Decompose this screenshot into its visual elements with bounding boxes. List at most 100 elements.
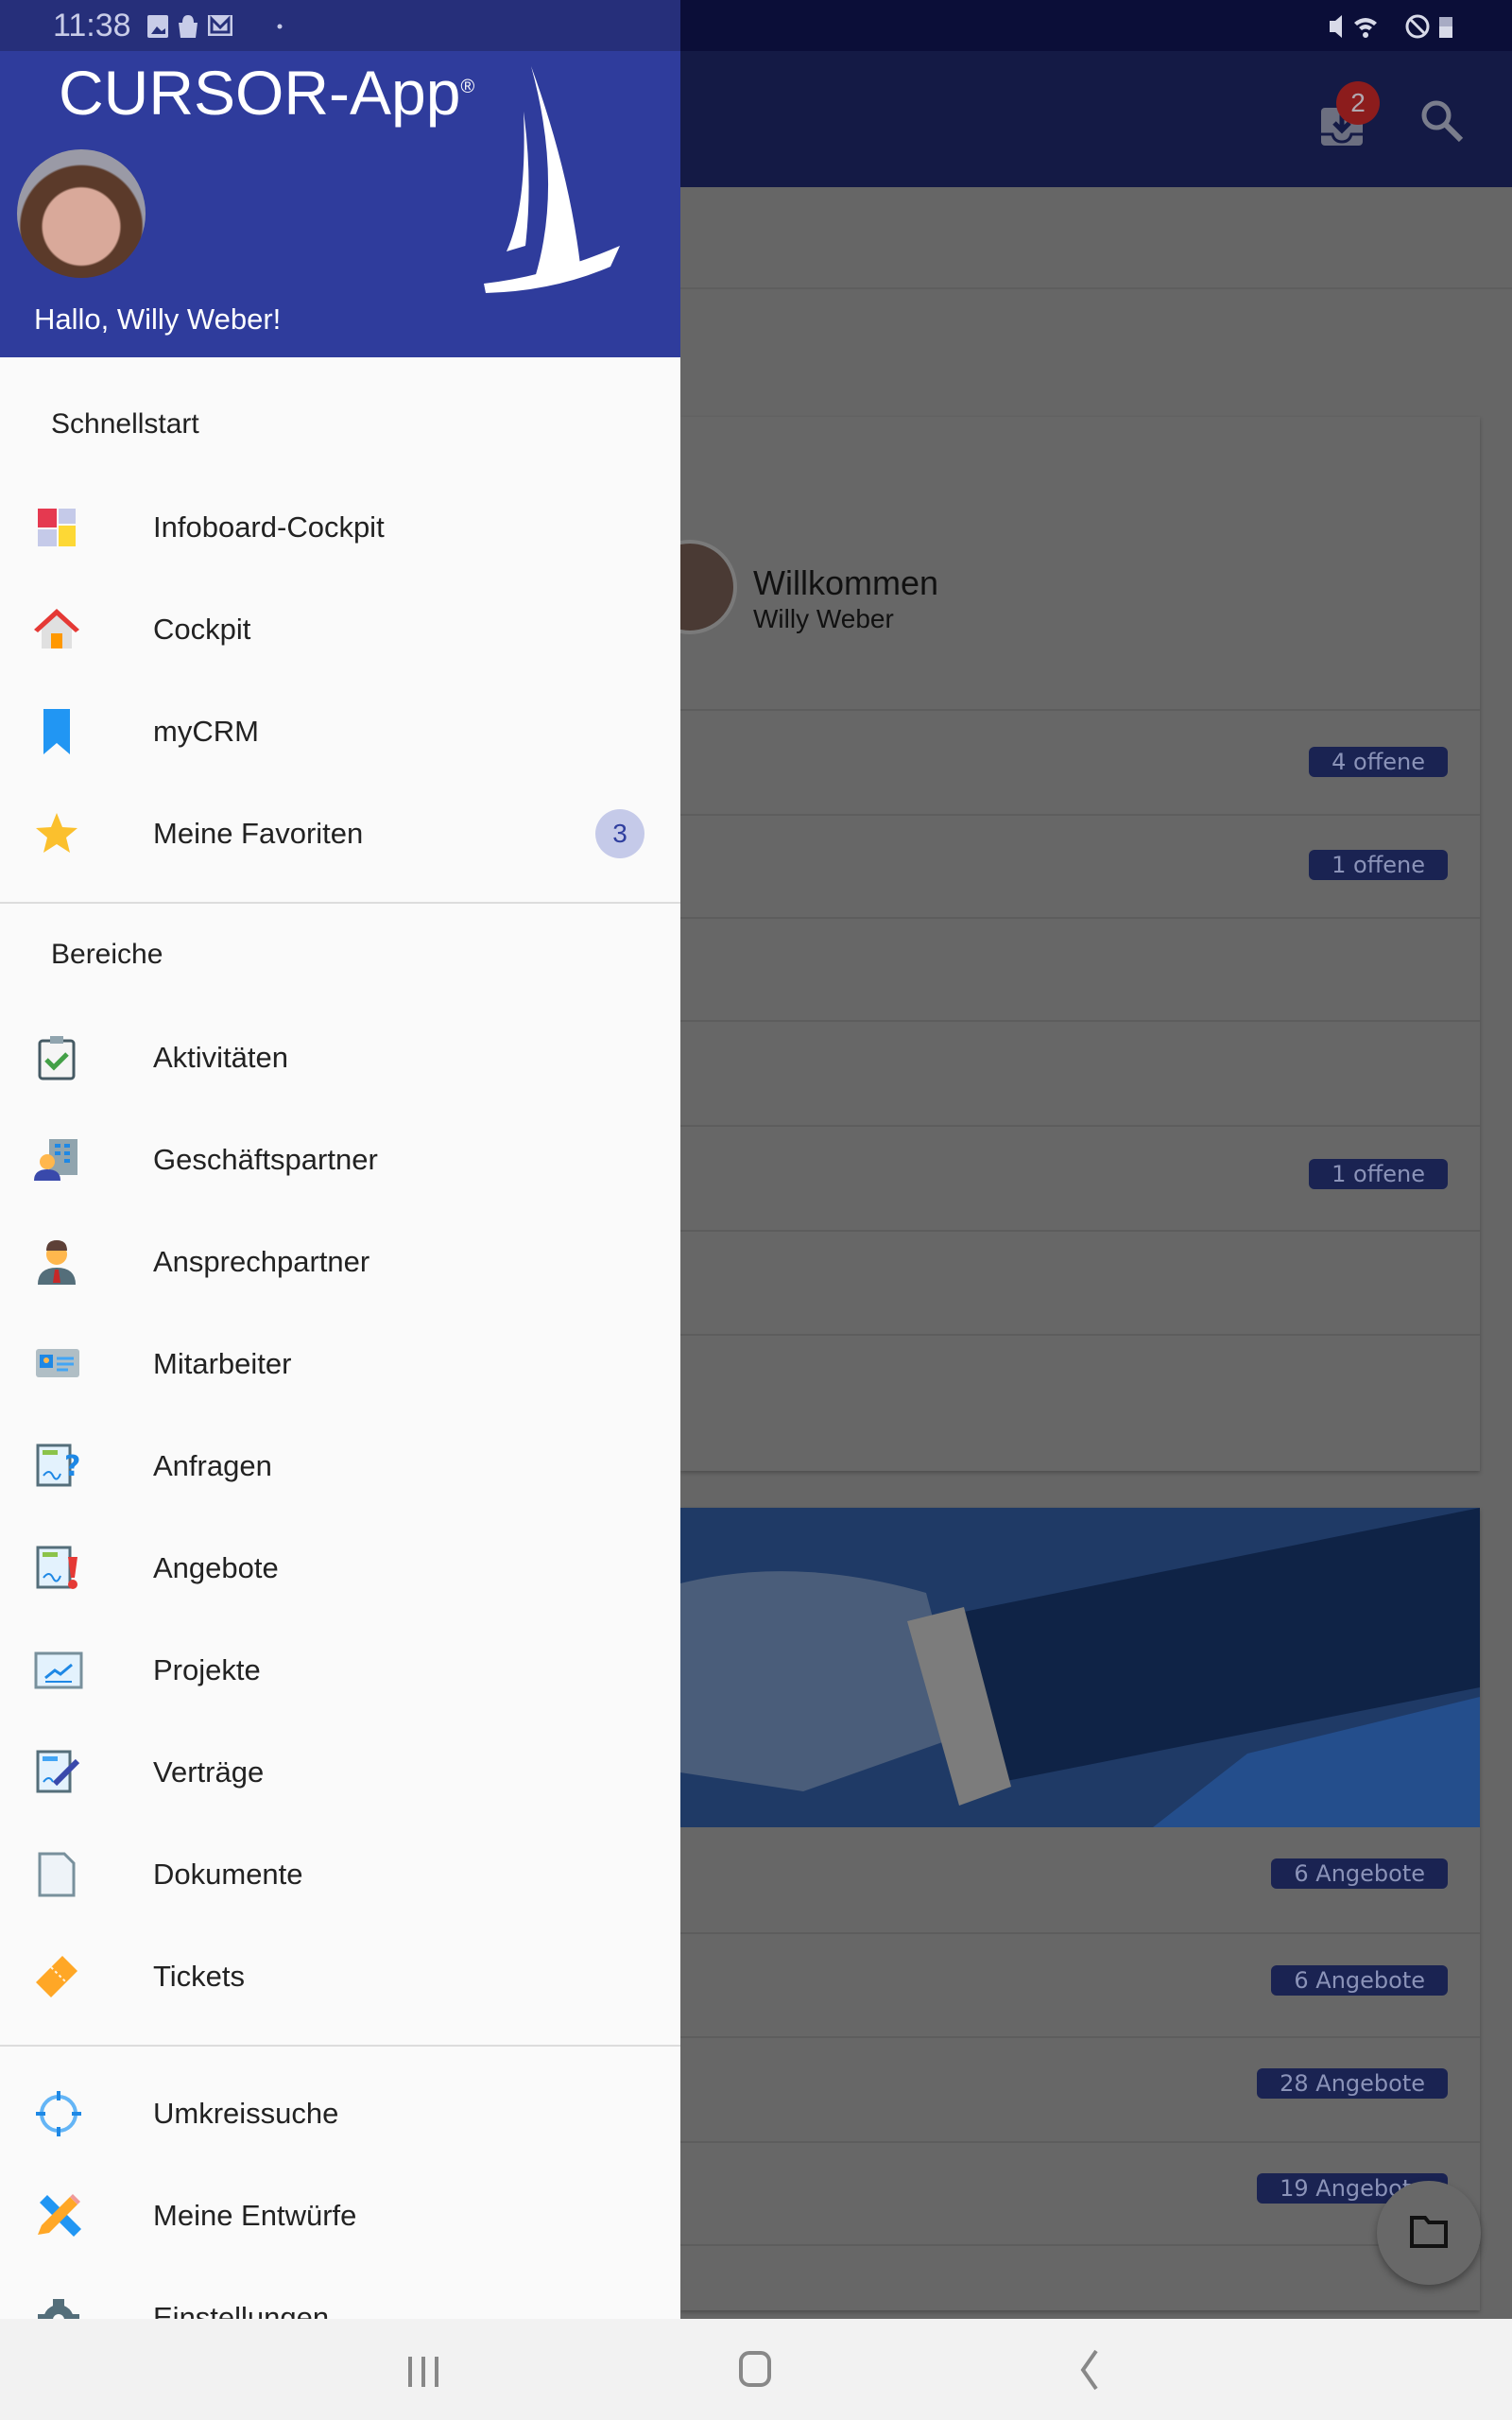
- divider: [0, 2045, 680, 2047]
- menu-label: Angebote: [153, 1551, 279, 1584]
- menu-item-aktivitaeten[interactable]: Aktivitäten: [0, 1007, 680, 1109]
- menu-label: myCRM: [153, 715, 259, 748]
- project-chart-icon: [34, 1651, 83, 1689]
- list-row[interactable]: 1 offene: [680, 814, 1480, 917]
- home-icon[interactable]: [737, 2347, 775, 2394]
- image-icon: [147, 15, 168, 38]
- divider: [0, 902, 680, 904]
- house-icon: [34, 609, 79, 648]
- menu-item-anfragen[interactable]: ? Anfragen: [0, 1415, 680, 1517]
- menu-item-projekte[interactable]: Projekte: [0, 1619, 680, 1721]
- menu-label: Aktivitäten: [153, 1041, 289, 1074]
- user-avatar[interactable]: [17, 149, 146, 278]
- list-row[interactable]: 6 Angebote: [680, 1827, 1480, 1932]
- notification-icons: [147, 15, 283, 38]
- star-icon: [36, 813, 77, 853]
- favorites-count-badge: 3: [595, 809, 644, 858]
- menu-item-umkreissuche[interactable]: Umkreissuche: [0, 2063, 680, 2165]
- handshake-banner-image: [680, 1508, 1480, 1827]
- menu-item-meine-favoriten[interactable]: Meine Favoriten 3: [0, 783, 680, 885]
- offer-document-icon: [36, 1546, 77, 1589]
- menu-item-mycrm[interactable]: myCRM: [0, 681, 680, 783]
- welcome-title: Willkommen: [753, 563, 939, 602]
- list-row[interactable]: 1 offene: [680, 1125, 1480, 1230]
- employee-card-icon: [36, 1349, 79, 1377]
- count-badge: 4 offene: [1309, 747, 1448, 777]
- offers-card: 6 Angebote 6 Angebote 28 Angebote 19 Ang…: [680, 1508, 1480, 2310]
- inquiry-document-icon: ?: [36, 1443, 80, 1487]
- recent-apps-icon[interactable]: [406, 2355, 440, 2389]
- status-icons: [1330, 14, 1452, 39]
- status-bar-left: 11:38: [0, 0, 680, 51]
- menu-item-einstellungen[interactable]: Einstellungen: [0, 2267, 680, 2319]
- dashboard-icon: [38, 509, 76, 546]
- document-icon: [38, 1852, 76, 1897]
- menu-label: Meine Favoriten: [153, 817, 364, 850]
- section-title-bereiche: Bereiche: [51, 939, 163, 970]
- bookmark-icon: [43, 709, 70, 754]
- menu-item-meine-entwuerfe[interactable]: Meine Entwürfe: [0, 2165, 680, 2267]
- app-bar: 2: [680, 51, 1512, 187]
- menu-item-dokumente[interactable]: Dokumente: [0, 1824, 680, 1926]
- menu-item-tickets[interactable]: Tickets: [0, 1926, 680, 2028]
- gear-icon: [38, 2299, 79, 2319]
- mute-icon: [1330, 15, 1342, 38]
- shopping-bag-icon: [179, 15, 198, 38]
- menu-label: Projekte: [153, 1653, 261, 1686]
- count-badge: 1 offene: [1309, 850, 1448, 880]
- list-row[interactable]: [680, 917, 1480, 1020]
- navigation-drawer: 11:38 CURSOR-App® Hallo, Willy Weber! Sc…: [0, 0, 680, 2319]
- list-row[interactable]: 28 Angebote: [680, 2036, 1480, 2141]
- sub-toolbar: [680, 187, 1512, 289]
- menu-label: Anfragen: [153, 1449, 272, 1482]
- count-badge: 28 Angebote: [1257, 2068, 1448, 2099]
- menu-label: Ansprechpartner: [153, 1245, 370, 1278]
- system-navigation-bar: [0, 2319, 1512, 2420]
- list-row[interactable]: [680, 1230, 1480, 1334]
- list-row[interactable]: [680, 1020, 1480, 1125]
- menu-label: Einstellungen: [153, 2301, 330, 2319]
- menu-item-cockpit[interactable]: Cockpit: [0, 579, 680, 681]
- menu-item-ansprechpartner[interactable]: Ansprechpartner: [0, 1211, 680, 1313]
- menu-label: Infoboard-Cockpit: [153, 510, 385, 544]
- sailboat-logo-icon: [484, 66, 620, 293]
- inbox-badge: 2: [1336, 81, 1380, 125]
- folder-icon: [1410, 2216, 1448, 2248]
- app-logo-title: CURSOR-App®: [59, 58, 475, 128]
- status-time: 11:38: [53, 8, 131, 43]
- menu-label: Mitarbeiter: [153, 1347, 292, 1380]
- menu-label: Dokumente: [153, 1858, 303, 1891]
- wifi-icon: [1354, 18, 1377, 38]
- clipboard-check-icon: [38, 1036, 76, 1080]
- menu-label: Umkreissuche: [153, 2097, 339, 2130]
- count-badge: 1 offene: [1309, 1159, 1448, 1189]
- menu-label: Meine Entwürfe: [153, 2199, 357, 2232]
- menu-item-vertraege[interactable]: Verträge: [0, 1721, 680, 1824]
- search-icon[interactable]: [1419, 98, 1465, 144]
- folder-fab[interactable]: [1377, 2181, 1481, 2285]
- count-badge: 6 Angebote: [1271, 1858, 1448, 1889]
- count-badge: 6 Angebote: [1271, 1965, 1448, 1996]
- drawer-header: CURSOR-App® Hallo, Willy Weber!: [0, 51, 680, 357]
- ruler-pencil-icon: [38, 2194, 81, 2237]
- svg-text:?: ?: [64, 1450, 80, 1483]
- welcome-name: Willy Weber: [753, 604, 894, 633]
- menu-label: Cockpit: [153, 613, 251, 646]
- list-row[interactable]: 6 Angebote: [680, 1932, 1480, 2036]
- list-row[interactable]: [680, 1334, 1480, 1471]
- menu-item-mitarbeiter[interactable]: Mitarbeiter: [0, 1313, 680, 1415]
- back-icon[interactable]: [1075, 2347, 1104, 2394]
- status-bar-right: [680, 0, 1512, 51]
- list-row[interactable]: 4 offene: [680, 709, 1480, 814]
- section-title-schnellstart: Schnellstart: [51, 408, 199, 440]
- contract-pen-icon: [36, 1750, 80, 1793]
- menu-item-infoboard-cockpit[interactable]: Infoboard-Cockpit: [0, 476, 680, 579]
- menu-label: Tickets: [153, 1960, 246, 1993]
- ticket-icon: [36, 1956, 77, 1997]
- list-row[interactable]: [680, 2244, 1480, 2310]
- menu-item-geschaeftspartner[interactable]: Geschäftspartner: [0, 1109, 680, 1211]
- menu-item-angebote[interactable]: Angebote: [0, 1517, 680, 1619]
- welcome-card: Willkommen Willy Weber 4 offene 1 offene…: [643, 417, 1480, 1471]
- list-row[interactable]: 19 Angebote: [680, 2141, 1480, 2244]
- menu-label: Verträge: [153, 1755, 265, 1789]
